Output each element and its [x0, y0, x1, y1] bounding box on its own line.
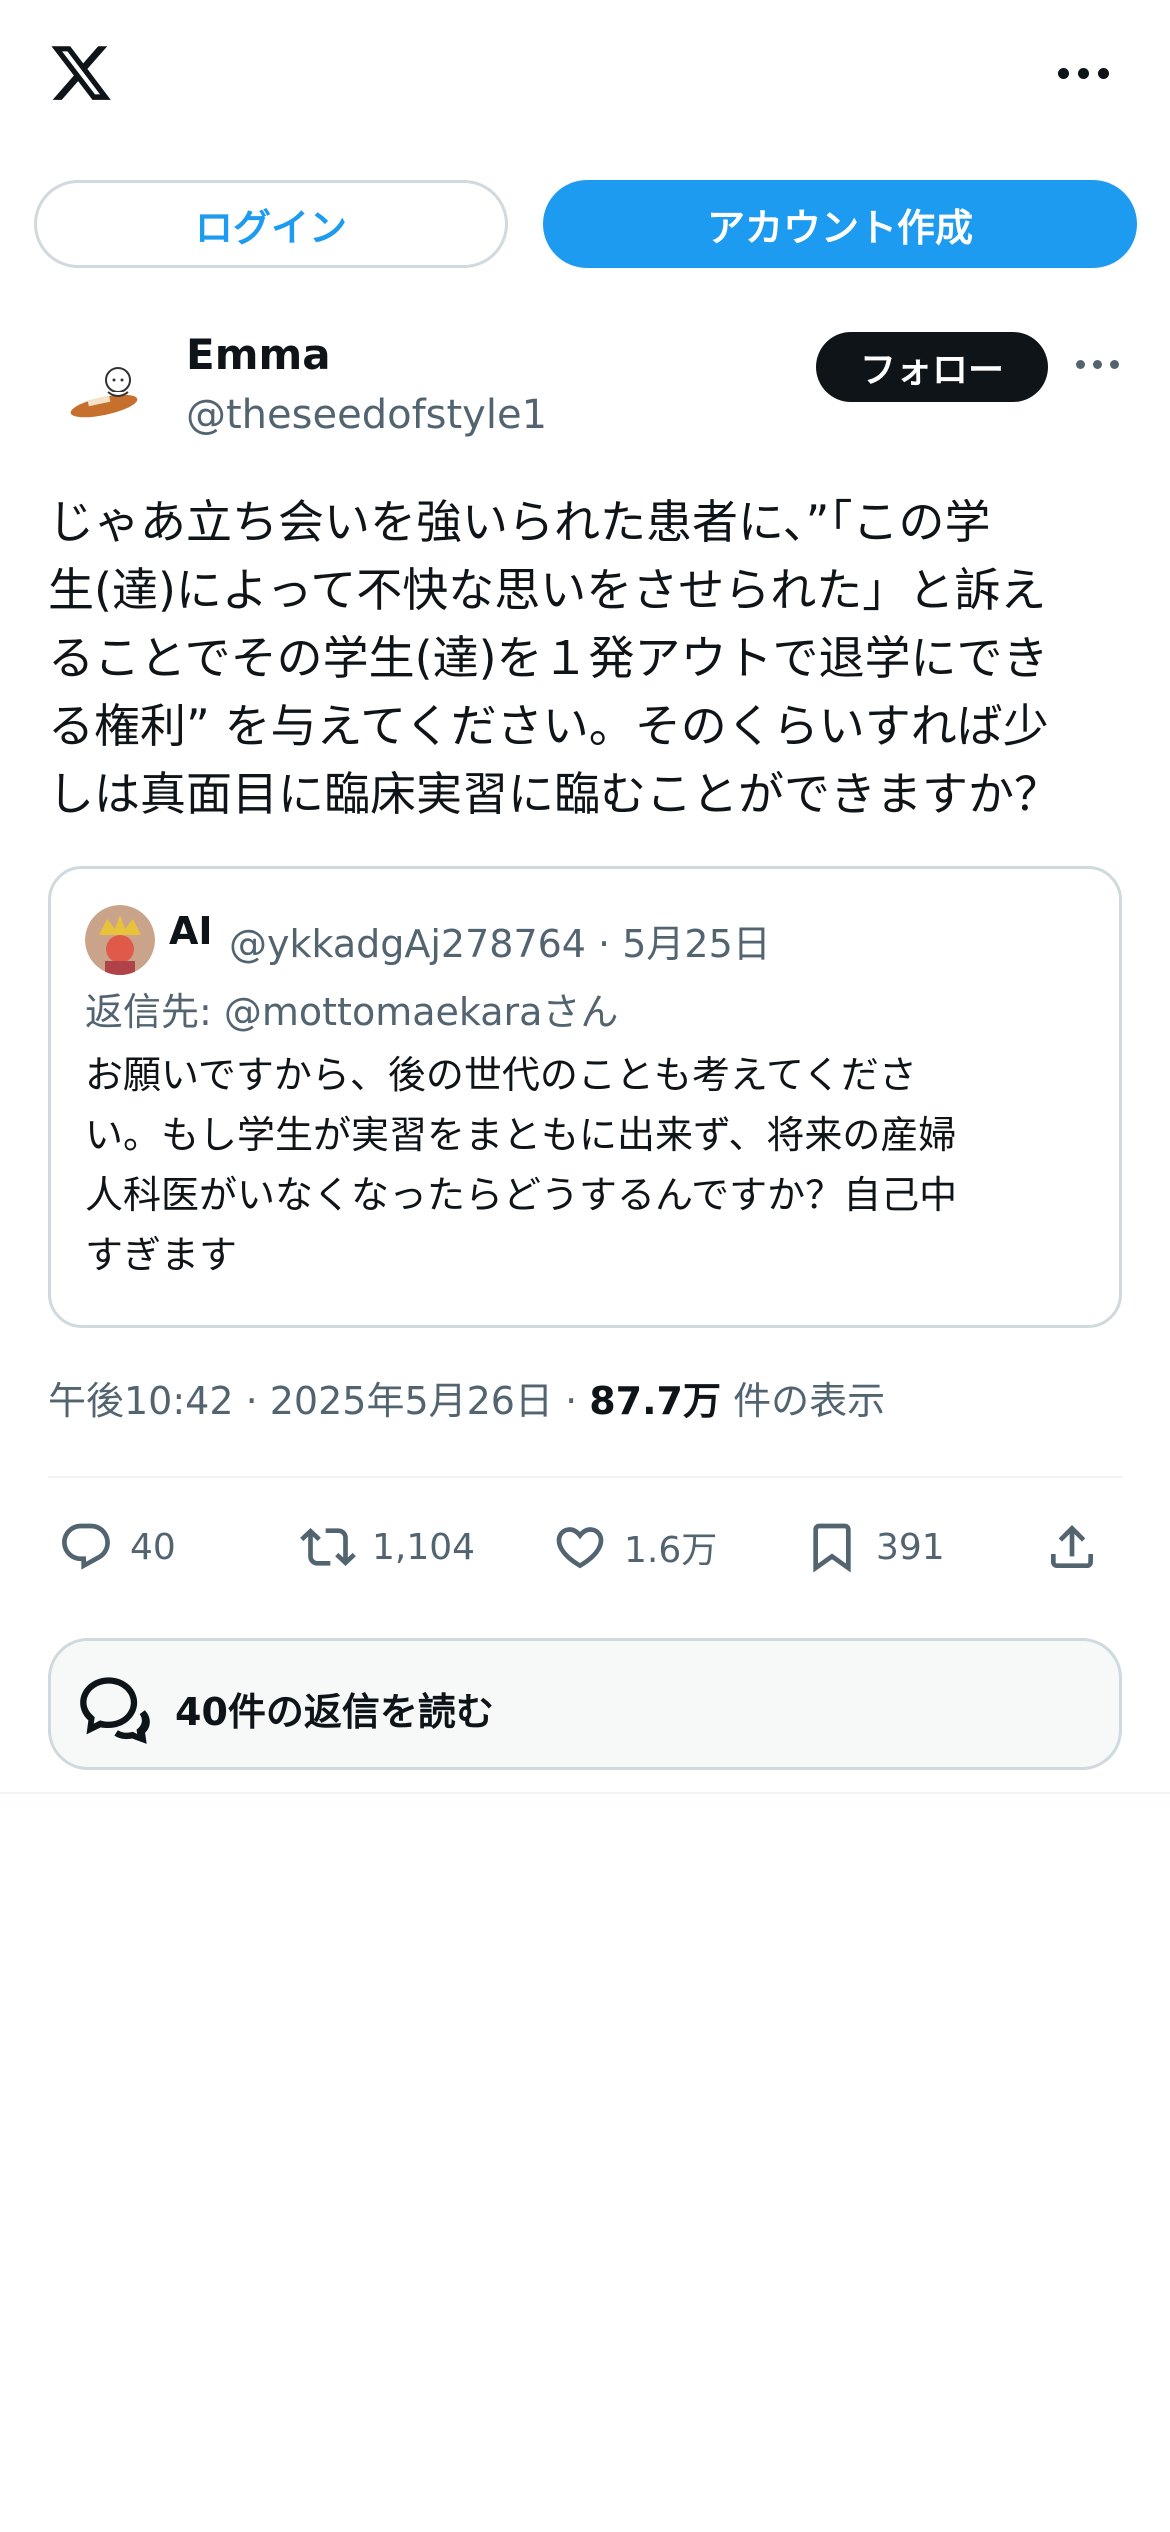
reply-icon	[62, 1523, 110, 1570]
like-button[interactable]: 1.6万	[552, 1512, 717, 1582]
like-count: 1.6万	[624, 1530, 718, 1571]
more-options-icon[interactable]	[1058, 55, 1112, 91]
share-button[interactable]	[1044, 1512, 1100, 1582]
divider	[0, 1792, 1170, 1794]
action-bar: 40 1,104 1.6万 391	[48, 1512, 1122, 1582]
divider	[48, 1476, 1122, 1478]
follow-button[interactable]: フォロー	[816, 332, 1048, 402]
quoted-author-meta: @ykkadgAj278764 · 5月25日	[229, 922, 771, 966]
tweet-timestamp: 午後10:42 · 2025年5月26日 · 87.7万 件の表示	[48, 1370, 885, 1425]
view-count-suffix: 件の表示	[721, 1379, 886, 1423]
reply-button[interactable]: 40	[58, 1512, 176, 1582]
quoted-reply-to: 返信先: @mottomaekaraさん	[85, 990, 619, 1034]
author-name[interactable]: Emma	[186, 330, 331, 379]
quoted-text: お願いですから、後の世代のことも考えてくださ い。もし学生が実習をまともに出来ず…	[85, 1053, 958, 1277]
create-account-button[interactable]: アカウント作成	[543, 180, 1137, 268]
tweet-more-icon[interactable]	[1076, 360, 1119, 369]
share-icon	[1051, 1525, 1093, 1568]
bookmark-button[interactable]: 391	[804, 1512, 945, 1582]
x-logo-icon[interactable]	[46, 40, 116, 106]
avatar[interactable]	[56, 340, 156, 440]
retweet-count: 1,104	[372, 1526, 476, 1568]
heart-icon	[556, 1527, 604, 1569]
retweet-icon	[300, 1528, 356, 1566]
quoted-author-name: AI	[169, 909, 213, 953]
reply-count: 40	[130, 1526, 176, 1568]
quoted-avatar[interactable]	[85, 905, 155, 975]
author-handle[interactable]: @theseedofstyle1	[186, 392, 547, 438]
bookmark-icon	[813, 1523, 851, 1573]
login-button[interactable]: ログイン	[34, 180, 508, 268]
quoted-tweet[interactable]: AI @ykkadgAj278764 · 5月25日 返信先: @mottoma…	[48, 866, 1122, 1328]
tweet-time[interactable]: 午後10:42 · 2025年5月26日 ·	[48, 1379, 589, 1423]
bookmark-count: 391	[876, 1526, 945, 1568]
retweet-button[interactable]: 1,104	[300, 1512, 475, 1582]
view-count: 87.7万	[589, 1379, 721, 1423]
tweet-text: じゃあ立ち会いを強いられた患者に、”「この学 生(達)によって不快な思いをさせら…	[48, 495, 1060, 821]
read-replies-button[interactable]: 40件の返信を読む	[48, 1638, 1122, 1770]
read-replies-label: 40件の返信を読む	[175, 1690, 494, 1734]
chat-bubbles-icon	[77, 1671, 153, 1747]
